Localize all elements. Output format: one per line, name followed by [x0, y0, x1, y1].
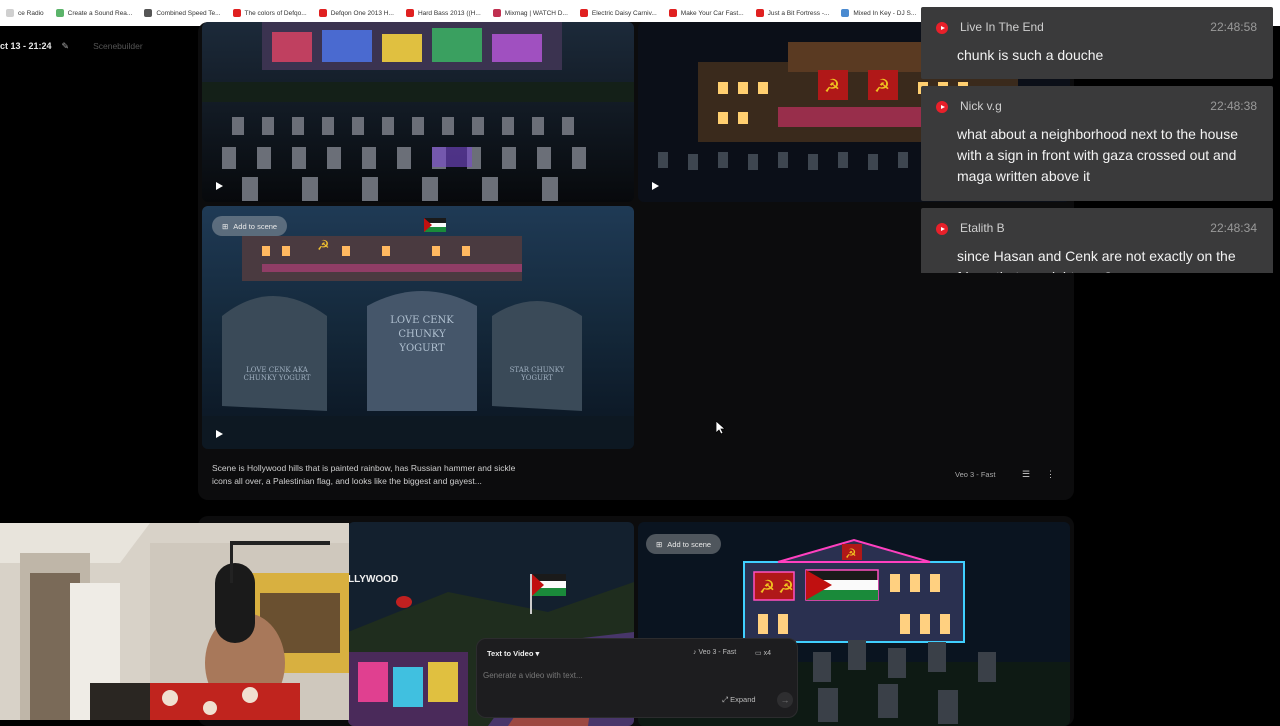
- bookmark-item[interactable]: Mixed In Key - DJ S...: [835, 9, 922, 17]
- mouse-cursor-icon: [716, 421, 725, 435]
- bookmark-item[interactable]: Make Your Car Fast...: [663, 9, 750, 17]
- bookmark-item[interactable]: Defqon One 2013 H...: [313, 9, 400, 17]
- chat-author: Live In The End: [960, 20, 1044, 34]
- bookmark-favicon-icon: [144, 9, 153, 17]
- youtube-icon: [936, 223, 948, 235]
- reorder-icon[interactable]: ☰: [1022, 469, 1030, 480]
- tombstone-text-2: LOVE CENK CHUNKY YOGURT: [390, 315, 454, 354]
- chat-time: 22:48:58: [1210, 20, 1257, 34]
- video-thumb-3[interactable]: ☭ LOVE CENK AKA CHUNKY YOGURT LOVE CENK …: [202, 206, 634, 449]
- bookmark-favicon-icon: [668, 9, 677, 17]
- chat-message: Nick v.g 22:48:38 what about a neighborh…: [921, 86, 1273, 201]
- project-title[interactable]: ct 13 - 21:24: [0, 41, 52, 51]
- chat-text: what about a neighborhood next to the ho…: [957, 126, 1238, 184]
- bookmark-item[interactable]: Electric Daisy Carniv...: [574, 9, 663, 17]
- bookmark-item[interactable]: Just a Bit Fortress -...: [750, 9, 836, 17]
- hollywood-sign-text: LLYWOOD: [348, 574, 399, 585]
- bookmark-favicon-icon: [55, 9, 64, 17]
- bookmark-favicon-icon: [841, 9, 850, 17]
- expand-icon: ⤢: [722, 695, 728, 704]
- scene-description: Scene is Hollywood hills that is painted…: [212, 463, 516, 486]
- thumb-image: [202, 22, 634, 202]
- chat-text: chunk is such a douche: [957, 47, 1104, 63]
- bookmark-favicon-icon: [232, 9, 241, 17]
- add-scene-icon: ⊞: [656, 539, 663, 549]
- output-count[interactable]: ▭ x4: [755, 649, 771, 657]
- bookmark-favicon-icon: [492, 9, 501, 17]
- breadcrumb-scenebuilder[interactable]: Scenebuilder: [93, 41, 143, 51]
- prompt-input[interactable]: Generate a video with text...: [483, 671, 583, 680]
- send-button[interactable]: →: [777, 692, 793, 708]
- svg-text:☭: ☭: [317, 238, 330, 254]
- mode-dropdown[interactable]: Text to Video ▾: [487, 649, 539, 658]
- video-thumb-1[interactable]: [202, 22, 634, 202]
- play-icon[interactable]: [216, 182, 223, 190]
- tombstone-text-3: STAR CHUNKY YOGURT: [509, 366, 565, 382]
- chat-time: 22:48:34: [1210, 221, 1257, 235]
- webcam-overlay: [0, 523, 349, 720]
- youtube-icon: [936, 101, 948, 113]
- prompt-box: Text to Video ▾ ♪ Veo 3 - Fast ▭ x4 Gene…: [476, 638, 798, 718]
- bookmark-favicon-icon: [755, 9, 764, 17]
- play-icon[interactable]: [652, 182, 659, 190]
- bookmark-item[interactable]: Create a Sound Rea...: [50, 9, 139, 17]
- bookmark-favicon-icon: [318, 9, 327, 17]
- chat-author: Etalith B: [960, 221, 1005, 235]
- live-chat-overlay: Live In The End 22:48:58 chunk is such a…: [921, 7, 1273, 273]
- project-bar: ct 13 - 21:24 ✎ Scenebuilder: [0, 38, 143, 54]
- bookmark-item[interactable]: ce Radio: [0, 9, 50, 17]
- bookmark-favicon-icon: [6, 9, 14, 17]
- pencil-icon[interactable]: ✎: [62, 41, 70, 52]
- bookmark-item[interactable]: The colors of Defqo...: [227, 9, 313, 17]
- bookmark-favicon-icon: [405, 9, 414, 17]
- svg-text:☭: ☭: [778, 577, 794, 598]
- bookmark-favicon-icon: [579, 9, 588, 17]
- chat-author: Nick v.g: [960, 99, 1002, 113]
- bookmark-item[interactable]: Hard Bass 2013 ((H...: [400, 9, 487, 17]
- svg-text:☭: ☭: [874, 76, 890, 97]
- webcam-image: [0, 523, 349, 720]
- chat-message: Live In The End 22:48:58 chunk is such a…: [921, 7, 1273, 79]
- arrow-right-icon: →: [780, 695, 790, 705]
- svg-text:☭: ☭: [824, 76, 840, 97]
- tombstone-text-1: LOVE CENK AKA CHUNKY YOGURT: [243, 366, 311, 382]
- bookmark-item[interactable]: Combined Speed Te...: [138, 9, 226, 17]
- model-selector[interactable]: ♪ Veo 3 - Fast: [693, 649, 736, 656]
- svg-text:☭: ☭: [845, 547, 857, 562]
- svg-text:☭: ☭: [759, 577, 775, 598]
- model-label: Veo 3 - Fast: [955, 470, 996, 479]
- add-to-scene-button[interactable]: ⊞ Add to scene: [646, 534, 722, 554]
- speaker-icon: ♪: [693, 649, 697, 656]
- chat-message: Etalith B 22:48:34 since Hasan and Cenk …: [921, 208, 1273, 273]
- add-scene-icon: ⊞: [222, 221, 229, 231]
- chat-time: 22:48:38: [1210, 99, 1257, 113]
- more-options-icon[interactable]: ⋮: [1046, 469, 1055, 480]
- count-icon: ▭: [755, 650, 762, 657]
- chat-text: since Hasan and Cenk are not exactly on …: [957, 248, 1236, 273]
- add-to-scene-button[interactable]: ⊞ Add to scene: [212, 216, 288, 236]
- play-icon[interactable]: [216, 430, 223, 438]
- youtube-icon: [936, 22, 948, 34]
- bookmark-item[interactable]: Mixmag | WATCH D...: [487, 9, 574, 17]
- expand-button[interactable]: ⤢ Expand: [722, 695, 756, 705]
